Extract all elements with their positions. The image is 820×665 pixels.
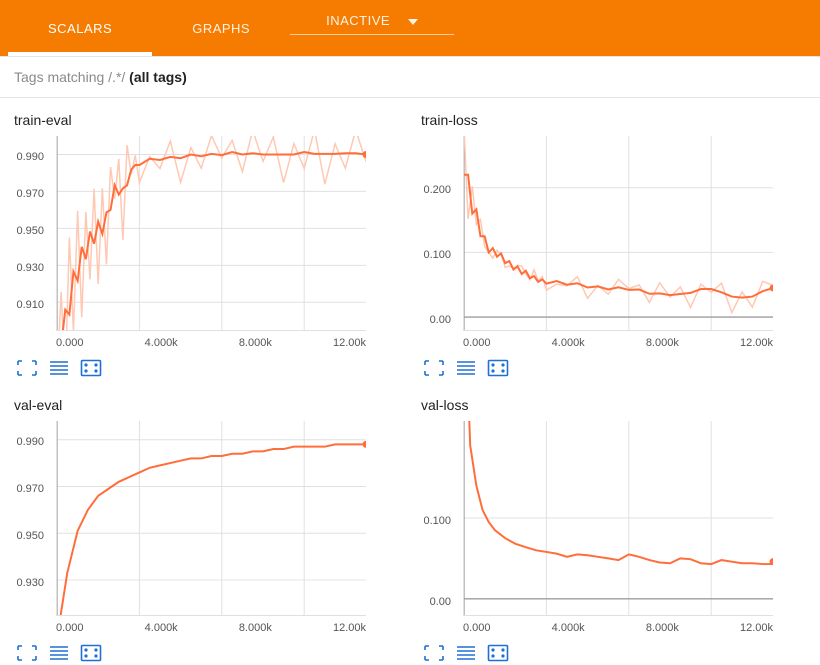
- x-axis-labels: 0.0004.000k8.000k12.00k: [56, 337, 366, 349]
- log-scale-icon[interactable]: [455, 359, 477, 377]
- y-axis-labels: 0.9900.9700.9500.930: [12, 421, 56, 618]
- expand-icon[interactable]: [423, 644, 445, 662]
- plot-area[interactable]: [56, 421, 366, 616]
- x-axis-labels: 0.0004.000k8.000k12.00k: [56, 622, 366, 634]
- chart-title: val-eval: [14, 397, 401, 413]
- top-nav: SCALARS GRAPHS INACTIVE: [0, 0, 820, 56]
- chart-tools: [423, 359, 808, 377]
- plot-area[interactable]: [463, 136, 773, 331]
- log-scale-icon[interactable]: [455, 644, 477, 662]
- chart-val-eval: val-eval 0.9900.9700.9500.9300.0004.000k8…: [12, 397, 401, 662]
- y-axis-labels: 0.1000.00: [419, 421, 463, 618]
- x-axis-labels: 0.0004.000k8.000k12.00k: [463, 337, 773, 349]
- chart-title: train-eval: [14, 112, 401, 128]
- y-axis-labels: 0.9900.9700.9500.9300.910: [12, 136, 56, 333]
- chart-val-loss: val-loss 0.1000.000.0004.000k8.000k12.00k: [419, 397, 808, 662]
- charts-grid: train-eval0.9900.9700.9500.9300.9100.000…: [0, 98, 820, 664]
- expand-icon[interactable]: [423, 359, 445, 377]
- log-scale-icon[interactable]: [48, 644, 70, 662]
- chevron-down-icon: [408, 19, 418, 25]
- chart-tools: [423, 644, 808, 662]
- tab-inactive-label: INACTIVE: [326, 13, 390, 28]
- chart-train-eval: train-eval 0.9900.9700.9500.9300.9100.000…: [12, 112, 401, 377]
- tag-filter-prefix: Tags matching /.*/: [14, 69, 129, 85]
- fit-domain-icon[interactable]: [487, 359, 509, 377]
- fit-domain-icon[interactable]: [487, 644, 509, 662]
- tag-filter-row[interactable]: Tags matching /.*/ (all tags): [0, 56, 820, 98]
- fit-domain-icon[interactable]: [80, 644, 102, 662]
- expand-icon[interactable]: [16, 359, 38, 377]
- chart-title: train-loss: [421, 112, 808, 128]
- chart-tools: [16, 644, 401, 662]
- y-axis-labels: 0.2000.1000.00: [419, 136, 463, 333]
- tab-graphs[interactable]: GRAPHS: [152, 0, 290, 56]
- fit-domain-icon[interactable]: [80, 359, 102, 377]
- plot-area[interactable]: [56, 136, 366, 331]
- expand-icon[interactable]: [16, 644, 38, 662]
- x-axis-labels: 0.0004.000k8.000k12.00k: [463, 622, 773, 634]
- tab-inactive-dropdown[interactable]: INACTIVE: [290, 7, 454, 35]
- chart-tools: [16, 359, 401, 377]
- plot-area[interactable]: [463, 421, 773, 616]
- chart-train-loss: train-loss 0.2000.1000.000.0004.000k8.000…: [419, 112, 808, 377]
- tab-scalars[interactable]: SCALARS: [8, 0, 152, 56]
- chart-title: val-loss: [421, 397, 808, 413]
- log-scale-icon[interactable]: [48, 359, 70, 377]
- tag-filter-bold: (all tags): [129, 69, 187, 85]
